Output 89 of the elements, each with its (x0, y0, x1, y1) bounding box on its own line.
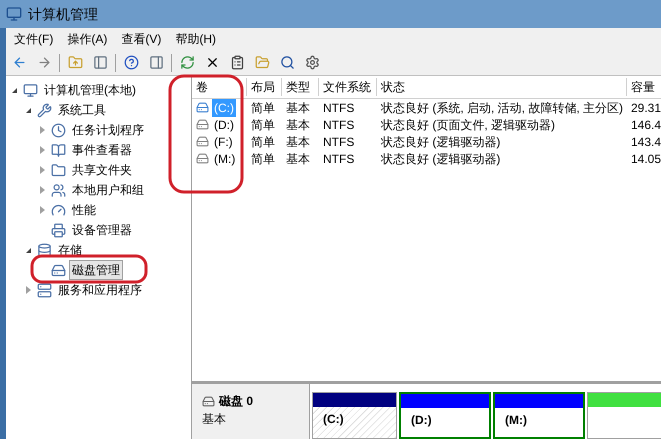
collapsed-arrow-icon[interactable] (40, 186, 44, 194)
collapsed-arrow-icon[interactable] (26, 286, 30, 294)
table-cell: 状态良好 (逻辑驱动器) (381, 152, 500, 166)
drive-icon (196, 152, 209, 165)
table-cell: 14.05 (631, 152, 661, 166)
collapsed-arrow-icon[interactable] (40, 206, 44, 214)
disk-name: 磁盘 0 (219, 393, 254, 410)
column-header[interactable]: 文件系统 (319, 78, 377, 96)
tree-item[interactable]: 服务和应用程序 (55, 280, 145, 300)
partition-label: (D:) (411, 413, 432, 427)
menu-item[interactable]: 帮助(H) (175, 30, 216, 48)
help-icon (124, 55, 138, 70)
collapsed-arrow-icon[interactable] (40, 126, 44, 134)
table-cell: 基本 (286, 134, 310, 148)
forward-icon (36, 55, 52, 70)
tree-item[interactable]: 计算机管理(本地) (41, 80, 139, 100)
table-cell: 简单 (251, 152, 275, 166)
menu-item[interactable]: 查看(V) (121, 30, 162, 48)
tree-item-icon (37, 282, 52, 298)
table-cell: NTFS (323, 100, 354, 114)
table-cell: 状态良好 (页面文件, 逻辑驱动器) (381, 118, 555, 132)
table-cell: 基本 (286, 118, 310, 132)
tree-item-icon (51, 122, 66, 138)
tree-item[interactable]: 共享文件夹 (69, 160, 135, 180)
column-header[interactable]: 容量 (627, 78, 661, 96)
collapsed-arrow-icon[interactable] (40, 146, 44, 154)
column-header[interactable]: 类型 (282, 78, 319, 96)
folder-icon (254, 55, 270, 70)
expanded-arrow-icon[interactable] (26, 108, 30, 112)
tree-item[interactable]: 磁盘管理 (69, 260, 123, 280)
table-cell: 146.4 (631, 118, 661, 132)
window-title: 计算机管理 (28, 4, 98, 24)
tree-item-icon (51, 222, 66, 238)
table-cell: 简单 (251, 134, 275, 148)
table-cell[interactable]: (M:) (212, 150, 238, 168)
column-header[interactable]: 布局 (247, 78, 282, 96)
table-cell[interactable]: (F:) (212, 132, 235, 150)
table-cell: 29.31 (631, 100, 661, 114)
expanded-arrow-icon[interactable] (12, 88, 16, 92)
expanded-arrow-icon[interactable] (26, 248, 30, 252)
partition-label: (M:) (505, 413, 527, 427)
computer-icon (6, 6, 22, 22)
table-cell: NTFS (323, 118, 354, 132)
partition-block[interactable] (587, 392, 661, 439)
column-header[interactable]: 卷 (192, 78, 247, 96)
column-header[interactable]: 状态 (377, 78, 627, 96)
menu-item[interactable]: 操作(A) (67, 30, 108, 48)
tree-item[interactable]: 本地用户和组 (69, 180, 147, 200)
table-cell: 基本 (286, 100, 310, 114)
table-cell: NTFS (323, 134, 354, 148)
partition-block[interactable]: (D:) (399, 392, 491, 439)
drive-icon (196, 135, 209, 148)
table-cell[interactable]: (D:) (212, 116, 236, 134)
table-cell: 143.4 (631, 134, 661, 148)
table-cell: NTFS (323, 152, 354, 166)
search-icon (280, 55, 294, 70)
tree-item[interactable]: 系统工具 (55, 100, 109, 120)
table-cell: 状态良好 (系统, 启动, 活动, 故障转储, 主分区) (381, 100, 623, 114)
tree-item[interactable]: 任务计划程序 (69, 120, 147, 140)
partition-label: (C:) (323, 412, 344, 426)
tree-item-icon (51, 142, 66, 158)
drive-icon (196, 101, 209, 114)
tree-item-icon (51, 262, 66, 278)
table-cell: 简单 (251, 118, 275, 132)
tree-item-icon (51, 202, 66, 218)
panel-icon (92, 55, 108, 70)
folder-icon (68, 55, 82, 70)
table-cell: 简单 (251, 100, 275, 114)
tree-item[interactable]: 事件查看器 (69, 140, 135, 160)
back-icon (12, 55, 26, 70)
tree-item-icon (37, 242, 52, 258)
clipboard-icon (230, 55, 244, 70)
tree-item[interactable]: 性能 (69, 200, 99, 220)
tree-item[interactable]: 设备管理器 (69, 220, 135, 240)
refresh-icon (180, 55, 194, 70)
tree-item-icon (51, 182, 66, 198)
tree-item-icon (51, 162, 66, 178)
table-cell: 状态良好 (逻辑驱动器) (381, 134, 500, 148)
tree-item-icon (37, 102, 52, 118)
drive-icon (196, 118, 209, 131)
menu-item[interactable]: 文件(F) (14, 30, 54, 48)
settings-icon (304, 55, 320, 70)
table-cell: 基本 (286, 152, 310, 166)
partition-block[interactable]: (C:) (312, 392, 397, 439)
collapsed-arrow-icon[interactable] (40, 166, 44, 174)
tree-item-icon (23, 82, 38, 98)
partition-block[interactable]: (M:) (493, 392, 585, 439)
panel-icon (148, 55, 164, 70)
disk-type: 基本 (202, 411, 227, 428)
